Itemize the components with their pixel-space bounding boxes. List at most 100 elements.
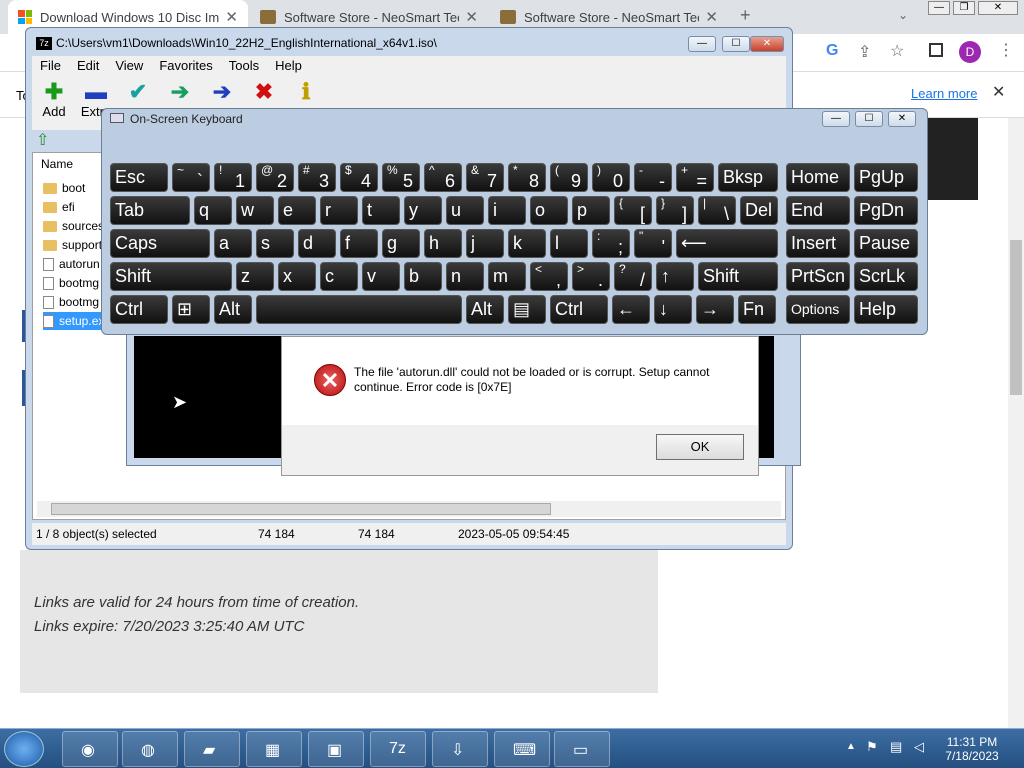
add-button[interactable]: ✚ Add — [34, 80, 74, 120]
key[interactable]: g — [382, 229, 420, 258]
key[interactable]: Alt — [466, 295, 504, 324]
taskbar-7zip[interactable]: 7z — [370, 731, 426, 767]
key[interactable]: Caps — [110, 229, 210, 258]
close-button[interactable]: ✕ — [888, 111, 916, 127]
horizontal-scroll-thumb[interactable] — [51, 503, 551, 515]
up-folder-icon[interactable]: ⇧ — [36, 130, 56, 150]
key[interactable]: ← — [612, 295, 650, 324]
taskbar-firefox[interactable]: ◍ — [122, 731, 178, 767]
menu-edit[interactable]: Edit — [69, 56, 107, 76]
menu-help[interactable]: Help — [267, 56, 310, 76]
key[interactable]: #3 — [298, 163, 336, 192]
show-hidden-icons[interactable]: ▲ — [846, 741, 856, 752]
key[interactable]: Esc — [110, 163, 168, 192]
move-button[interactable]: ➔ — [202, 80, 242, 104]
key[interactable]: a — [214, 229, 252, 258]
start-button[interactable] — [4, 731, 44, 767]
key[interactable]: -- — [634, 163, 672, 192]
key[interactable]: d — [298, 229, 336, 258]
browser-menu-icon[interactable]: ⋮ — [998, 40, 1014, 60]
key[interactable]: w — [236, 196, 274, 225]
list-item[interactable]: boot — [43, 179, 85, 197]
key[interactable]: o — [530, 196, 568, 225]
key[interactable]: ⊞ — [172, 295, 210, 324]
taskbar-osk[interactable]: ⌨ — [494, 731, 550, 767]
ok-button[interactable]: OK — [656, 434, 744, 460]
key[interactable]: q — [194, 196, 232, 225]
close-button[interactable]: ✕ — [750, 36, 784, 52]
new-tab-button[interactable]: + — [740, 5, 751, 26]
key[interactable]: ~ ` — [172, 163, 210, 192]
key[interactable]: <, — [530, 262, 568, 291]
key[interactable]: ↓ — [654, 295, 692, 324]
key[interactable]: :; — [592, 229, 630, 258]
key[interactable]: Ctrl — [110, 295, 168, 324]
key[interactable]: v — [362, 262, 400, 291]
key[interactable]: PrtScn — [786, 262, 850, 291]
volume-icon[interactable]: ◁ — [914, 739, 924, 755]
key[interactable]: Ctrl — [550, 295, 608, 324]
key[interactable]: x — [278, 262, 316, 291]
key[interactable]: {[ — [614, 196, 652, 225]
column-header-name[interactable]: Name — [41, 157, 73, 171]
key[interactable]: Bksp — [718, 163, 778, 192]
key[interactable]: ↑ — [656, 262, 694, 291]
key[interactable]: End — [786, 196, 850, 225]
delete-button[interactable]: ✖ — [244, 80, 284, 104]
key[interactable]: → — [696, 295, 734, 324]
key[interactable]: z — [236, 262, 274, 291]
close-tab-icon[interactable]: ✕ — [705, 8, 718, 26]
key[interactable]: y — [404, 196, 442, 225]
maximize-button[interactable]: ☐ — [855, 111, 883, 127]
menu-tools[interactable]: Tools — [221, 56, 267, 76]
key[interactable]: ^ 6 — [424, 163, 462, 192]
key[interactable]: i — [488, 196, 526, 225]
close-tab-icon[interactable]: ✕ — [225, 8, 238, 26]
close-tab-icon[interactable]: ✕ — [465, 8, 478, 26]
key[interactable]: n — [446, 262, 484, 291]
list-item[interactable]: efi — [43, 198, 75, 216]
key[interactable]: j — [466, 229, 504, 258]
info-button[interactable]: ℹ — [286, 80, 326, 104]
key[interactable]: ! 1 — [214, 163, 252, 192]
key[interactable]: Help — [854, 295, 918, 324]
key[interactable]: u — [446, 196, 484, 225]
key[interactable]: e — [278, 196, 316, 225]
share-icon[interactable]: ⇪ — [858, 42, 871, 62]
network-icon[interactable]: ▤ — [890, 739, 902, 755]
key[interactable]: c — [320, 262, 358, 291]
key[interactable]: p — [572, 196, 610, 225]
list-item-selected[interactable]: setup.ex — [43, 312, 109, 330]
menu-view[interactable]: View — [107, 56, 151, 76]
key[interactable]: ? / — [614, 262, 652, 291]
horizontal-scrollbar[interactable] — [37, 501, 781, 517]
key[interactable]: }] — [656, 196, 694, 225]
clock[interactable]: 11:31 PM 7/18/2023 — [936, 735, 1008, 763]
key[interactable]: $4 — [340, 163, 378, 192]
key[interactable]: @2 — [256, 163, 294, 192]
menu-favorites[interactable]: Favorites — [151, 56, 220, 76]
key[interactable]: " ' — [634, 229, 672, 258]
key[interactable] — [256, 295, 462, 324]
key[interactable]: k — [508, 229, 546, 258]
google-icon[interactable]: G — [826, 42, 838, 60]
key[interactable]: Home — [786, 163, 850, 192]
key[interactable]: | \ — [698, 196, 736, 225]
taskbar-explorer[interactable]: ▰ — [184, 731, 240, 767]
key[interactable]: b — [404, 262, 442, 291]
key[interactable]: Shift — [698, 262, 778, 291]
key[interactable]: t — [362, 196, 400, 225]
taskbar-control-panel[interactable]: ▦ — [246, 731, 302, 767]
key[interactable]: & 7 — [466, 163, 504, 192]
key[interactable]: Fn — [738, 295, 776, 324]
taskbar-cmd[interactable]: ▭ — [554, 731, 610, 767]
action-center-icon[interactable]: ⚑ — [866, 739, 878, 755]
copy-button[interactable]: ➔ — [160, 80, 200, 104]
key[interactable]: f — [340, 229, 378, 258]
key[interactable]: h — [424, 229, 462, 258]
key[interactable]: s — [256, 229, 294, 258]
key[interactable]: Tab — [110, 196, 190, 225]
key[interactable]: ScrLk — [854, 262, 918, 291]
close-window-button[interactable]: ✕ — [978, 1, 1018, 15]
minimize-button[interactable]: — — [822, 111, 850, 127]
